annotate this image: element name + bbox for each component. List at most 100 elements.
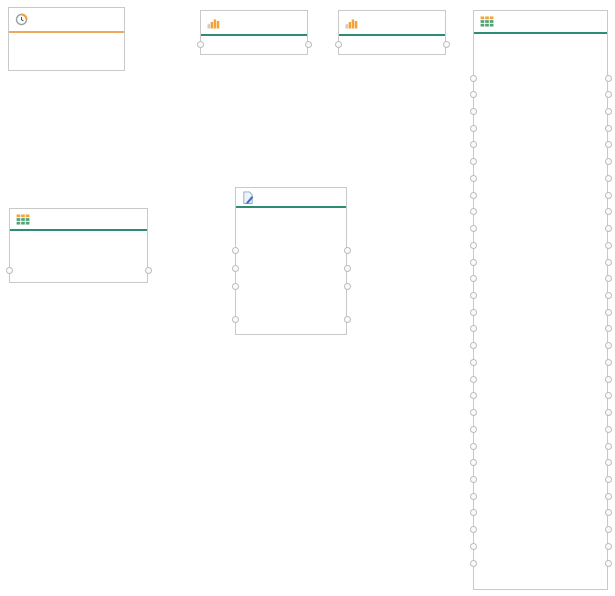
node-time-trigger[interactable] bbox=[8, 7, 125, 71]
output-port[interactable] bbox=[605, 443, 612, 450]
input-port[interactable] bbox=[470, 125, 477, 132]
row-item[interactable] bbox=[474, 254, 607, 272]
input-port[interactable] bbox=[335, 41, 342, 48]
node-opc-left[interactable] bbox=[9, 208, 148, 283]
input-port[interactable] bbox=[470, 476, 477, 483]
input-port[interactable] bbox=[232, 283, 239, 290]
row-item[interactable] bbox=[474, 120, 607, 138]
output-port[interactable] bbox=[605, 392, 612, 399]
row-item[interactable] bbox=[474, 338, 607, 356]
output-port[interactable] bbox=[605, 359, 612, 366]
output-port[interactable] bbox=[605, 459, 612, 466]
output-port[interactable] bbox=[344, 283, 351, 290]
row-item[interactable] bbox=[474, 455, 607, 473]
output-port[interactable] bbox=[305, 41, 312, 48]
output-port[interactable] bbox=[344, 247, 351, 254]
output-port[interactable] bbox=[605, 325, 612, 332]
output-port[interactable] bbox=[443, 41, 450, 48]
output-port[interactable] bbox=[605, 108, 612, 115]
input-port[interactable] bbox=[470, 75, 477, 82]
output-port[interactable] bbox=[605, 426, 612, 433]
output-port[interactable] bbox=[605, 526, 612, 533]
row-item[interactable] bbox=[474, 522, 607, 540]
row-item[interactable] bbox=[474, 154, 607, 172]
node-script[interactable] bbox=[235, 187, 347, 335]
input-port[interactable] bbox=[470, 376, 477, 383]
input-port[interactable] bbox=[470, 208, 477, 215]
row-item[interactable] bbox=[474, 472, 607, 490]
row-item[interactable] bbox=[474, 70, 607, 88]
node-header[interactable] bbox=[474, 11, 607, 32]
row-item[interactable] bbox=[474, 87, 607, 105]
input-port[interactable] bbox=[470, 359, 477, 366]
row-item[interactable] bbox=[236, 311, 346, 329]
input-port[interactable] bbox=[470, 225, 477, 232]
output-port[interactable] bbox=[605, 476, 612, 483]
output-port[interactable] bbox=[605, 175, 612, 182]
output-port[interactable] bbox=[605, 409, 612, 416]
row-item[interactable] bbox=[474, 388, 607, 406]
output-port[interactable] bbox=[344, 316, 351, 323]
row-item[interactable] bbox=[474, 103, 607, 121]
output-port[interactable] bbox=[605, 342, 612, 349]
node-header[interactable] bbox=[339, 11, 445, 34]
node-header[interactable] bbox=[10, 209, 147, 229]
input-port[interactable] bbox=[470, 459, 477, 466]
output-port[interactable] bbox=[605, 275, 612, 282]
output-port[interactable] bbox=[605, 543, 612, 550]
row-item[interactable] bbox=[236, 242, 346, 260]
input-port[interactable] bbox=[470, 242, 477, 249]
row-item[interactable] bbox=[474, 354, 607, 372]
input-port[interactable] bbox=[470, 443, 477, 450]
input-port[interactable] bbox=[470, 158, 477, 165]
input-port[interactable] bbox=[470, 259, 477, 266]
row-item[interactable] bbox=[474, 488, 607, 506]
row-item[interactable] bbox=[474, 421, 607, 439]
node-variables-1[interactable] bbox=[200, 10, 308, 55]
input-port[interactable] bbox=[470, 275, 477, 282]
input-port[interactable] bbox=[470, 325, 477, 332]
row-item[interactable] bbox=[474, 538, 607, 556]
output-port[interactable] bbox=[605, 292, 612, 299]
output-port[interactable] bbox=[605, 225, 612, 232]
output-port[interactable] bbox=[605, 208, 612, 215]
row-item[interactable] bbox=[474, 405, 607, 423]
output-port[interactable] bbox=[605, 158, 612, 165]
output-port[interactable] bbox=[344, 265, 351, 272]
row-item[interactable] bbox=[474, 438, 607, 456]
node-header[interactable] bbox=[201, 11, 307, 34]
input-port[interactable] bbox=[470, 192, 477, 199]
input-port[interactable] bbox=[232, 316, 239, 323]
node-header[interactable] bbox=[9, 8, 124, 31]
row-item[interactable] bbox=[474, 304, 607, 322]
node-header[interactable] bbox=[236, 188, 346, 206]
output-port[interactable] bbox=[605, 376, 612, 383]
output-port[interactable] bbox=[605, 309, 612, 316]
input-port[interactable] bbox=[470, 91, 477, 98]
output-port[interactable] bbox=[605, 242, 612, 249]
node-variables-2[interactable] bbox=[338, 10, 446, 55]
row-item[interactable] bbox=[474, 371, 607, 389]
output-port[interactable] bbox=[605, 91, 612, 98]
row-item[interactable] bbox=[474, 170, 607, 188]
input-port[interactable] bbox=[470, 175, 477, 182]
row-item[interactable] bbox=[201, 36, 307, 54]
output-port[interactable] bbox=[145, 267, 152, 274]
input-port[interactable] bbox=[470, 543, 477, 550]
input-port[interactable] bbox=[470, 292, 477, 299]
input-port[interactable] bbox=[470, 342, 477, 349]
input-port[interactable] bbox=[470, 309, 477, 316]
input-port[interactable] bbox=[470, 108, 477, 115]
row-item[interactable] bbox=[474, 204, 607, 222]
input-port[interactable] bbox=[470, 493, 477, 500]
row-item[interactable] bbox=[474, 555, 607, 573]
row-item[interactable] bbox=[474, 271, 607, 289]
input-port[interactable] bbox=[470, 426, 477, 433]
input-port[interactable] bbox=[470, 409, 477, 416]
flow-canvas[interactable] bbox=[0, 0, 615, 596]
output-port[interactable] bbox=[605, 493, 612, 500]
row-item[interactable] bbox=[474, 237, 607, 255]
output-port[interactable] bbox=[605, 125, 612, 132]
row-item[interactable] bbox=[339, 36, 445, 54]
input-port[interactable] bbox=[470, 392, 477, 399]
